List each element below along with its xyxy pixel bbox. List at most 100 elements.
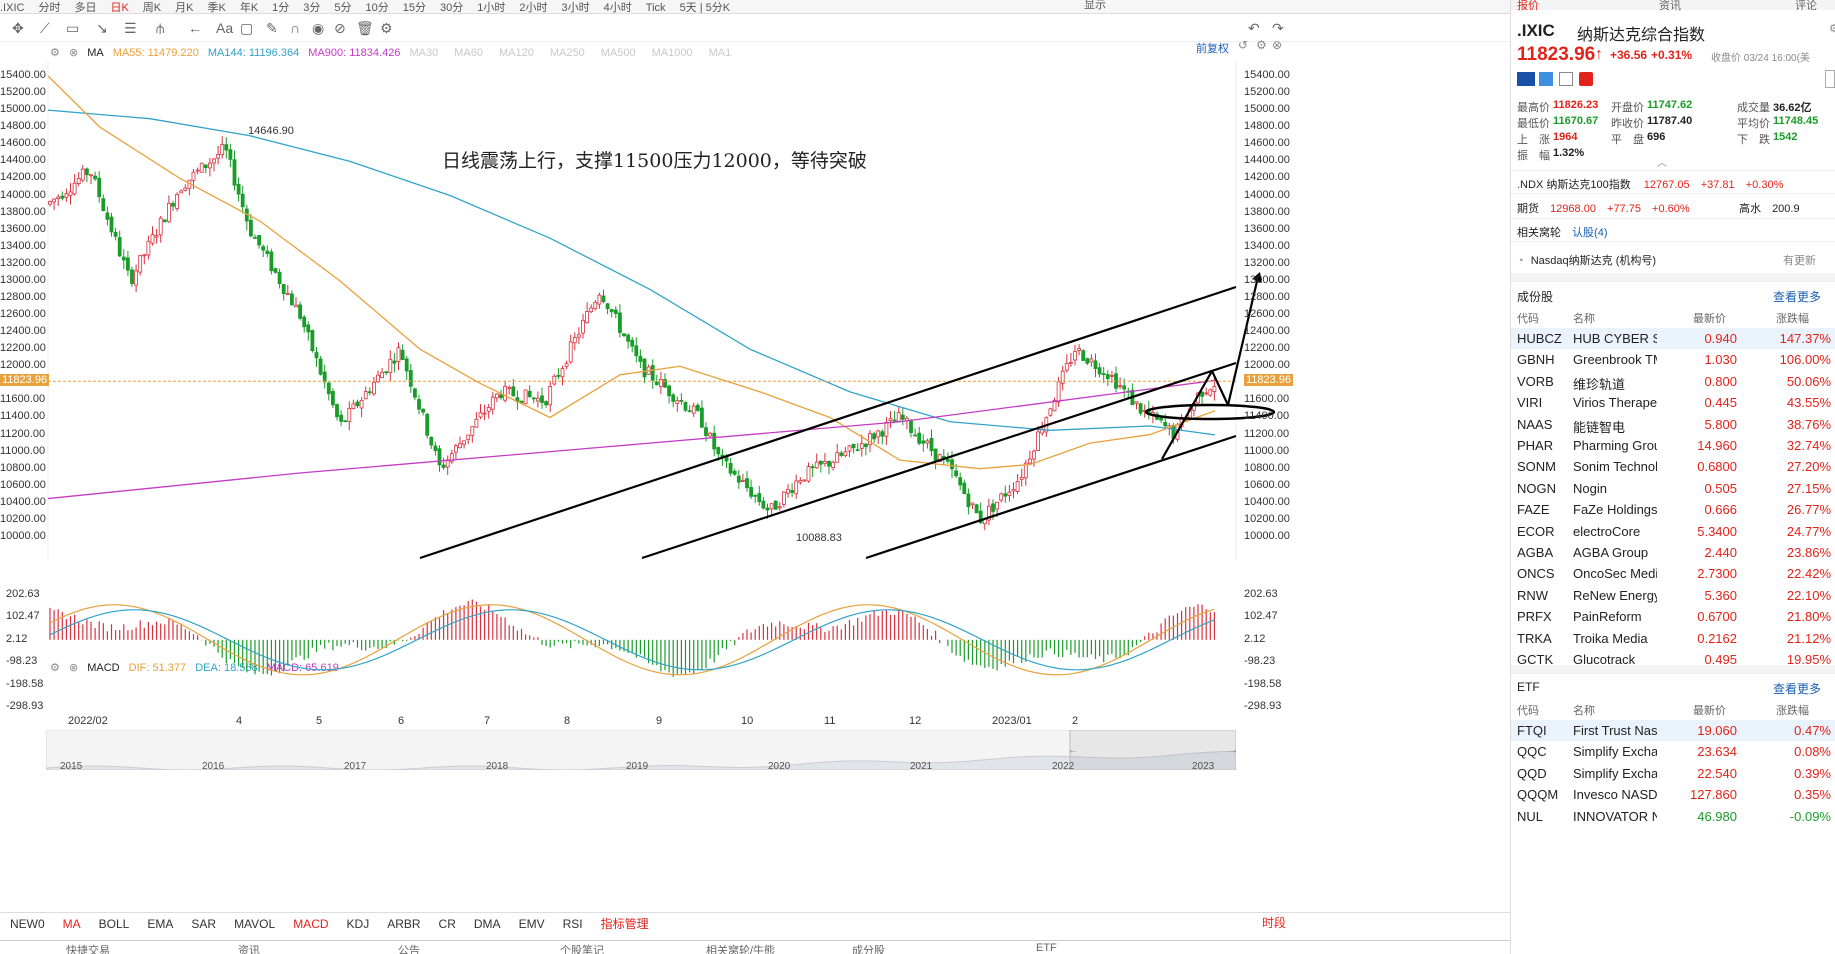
footer-tab[interactable]: ETF — [1036, 942, 1057, 954]
footer-tab[interactable]: 个股笔记 — [560, 942, 604, 954]
crosshair-icon[interactable]: ✥ — [12, 20, 24, 37]
footer-tab[interactable]: 公告 — [398, 942, 420, 954]
footer-tab[interactable]: 相关窝轮/牛熊 — [706, 942, 775, 954]
arrow-tool-icon[interactable]: ← — [188, 20, 202, 36]
table-row[interactable]: FAZE FaZe Holdings 0.666 26.77% — [1511, 499, 1835, 520]
expand-icon[interactable] — [1825, 70, 1835, 88]
period-tab[interactable]: 5天 | 5分K — [680, 3, 731, 14]
period-tab[interactable]: .IXIC — [0, 3, 24, 14]
period-tab[interactable]: 3小时 — [562, 3, 590, 14]
chart-annotation-text[interactable]: 日线震荡上行，支撑11500压力12000，等待突破 — [442, 146, 867, 173]
comment-tool-icon[interactable]: ▢ — [240, 20, 253, 37]
indicator-tab[interactable]: DMA — [474, 913, 501, 935]
table-row[interactable]: AGBA AGBA Group 2.440 23.86% — [1511, 542, 1835, 563]
settings-icon[interactable]: ⚙ — [1829, 22, 1835, 35]
favorite-icon[interactable] — [1579, 72, 1593, 86]
period-tab[interactable]: Tick — [646, 3, 666, 14]
note-icon[interactable] — [1559, 72, 1573, 86]
period-tab[interactable]: 季K — [207, 3, 225, 14]
adjust-mode[interactable]: 前复权 — [1196, 40, 1229, 56]
display-menu[interactable]: 显示 — [1084, 0, 1106, 11]
close-icon[interactable]: ⊗ — [1272, 38, 1282, 52]
rect-tool-icon[interactable]: ▭ — [66, 20, 79, 37]
table-row[interactable]: PHAR Pharming Group 14.960 32.74% — [1511, 435, 1835, 456]
indicator-tab[interactable]: KDJ — [347, 913, 370, 935]
ma-toggle[interactable]: MA1000 — [652, 47, 693, 59]
column-header[interactable]: 最新价 — [1693, 310, 1726, 326]
period-tab[interactable]: 15分 — [403, 3, 426, 14]
period-tab[interactable]: 周K — [143, 3, 161, 14]
nasdaq-account-row[interactable]: ◔ Nasdaq纳斯达克 (机构号) — [1517, 252, 1656, 268]
table-row[interactable]: TRKA Troika Media 0.2162 21.12% — [1511, 628, 1835, 649]
etf-more-link[interactable]: 查看更多 — [1773, 680, 1821, 697]
constituents-more-link[interactable]: 查看更多 — [1773, 288, 1821, 305]
tab-news[interactable]: 资讯 — [1659, 0, 1681, 13]
indicator-tab[interactable]: MAVOL — [234, 913, 275, 935]
period-tab[interactable]: 日K — [110, 3, 128, 14]
table-row[interactable]: QQD Simplify Exchange 22.540 0.39% — [1511, 763, 1835, 784]
ma-label[interactable]: MA — [87, 47, 104, 59]
footer-tab[interactable]: 快捷交易 — [66, 942, 110, 954]
indicator-tab[interactable]: MACD — [293, 913, 328, 935]
indicator-tab[interactable]: EMA — [147, 913, 173, 935]
table-row[interactable]: QQC Simplify Exchange 23.634 0.08% — [1511, 741, 1835, 762]
period-tab[interactable]: 年K — [240, 3, 258, 14]
indicator-tab[interactable]: CR — [439, 913, 456, 935]
brush-tool-icon[interactable]: ✎ — [266, 20, 278, 37]
tab-quote[interactable]: 报价 — [1517, 0, 1539, 13]
footer-tab[interactable]: 成分股 — [852, 942, 885, 954]
indicator-tab[interactable]: EMV — [519, 913, 545, 935]
period-tab[interactable]: 1小时 — [477, 3, 505, 14]
hide-icon[interactable]: ⊘ — [334, 20, 346, 37]
period-tab[interactable]: 4小时 — [604, 3, 632, 14]
table-row[interactable]: QQQM Invesco NASDAQ 127.860 0.35% — [1511, 784, 1835, 805]
table-row[interactable]: PRFX PainReform 0.6700 21.80% — [1511, 606, 1835, 627]
indicator-tab[interactable]: 指标管理 — [601, 913, 649, 935]
period-tab[interactable]: 3分 — [303, 3, 320, 14]
table-row[interactable]: NAAS 能链智电 5.800 38.76% — [1511, 414, 1835, 435]
period-tab[interactable]: 10分 — [366, 3, 389, 14]
session-button[interactable]: 时段 — [1262, 912, 1286, 934]
column-header[interactable]: 名称 — [1573, 702, 1595, 718]
tab-comments[interactable]: 评论 — [1795, 0, 1817, 13]
indicator-tab[interactable]: RSI — [563, 913, 583, 935]
settings-icon[interactable]: ⚙ — [1256, 38, 1267, 52]
period-tab[interactable]: 多日 — [74, 3, 96, 14]
column-header[interactable]: 涨跌幅 — [1776, 310, 1809, 326]
line-tool-icon[interactable]: ⟋ — [40, 20, 50, 37]
table-row[interactable]: VORB 维珍轨道 0.800 50.06% — [1511, 371, 1835, 392]
ma-toggle[interactable]: MA60 — [454, 47, 483, 59]
period-tab[interactable]: 30分 — [440, 3, 463, 14]
ma-toggle[interactable]: MA120 — [499, 47, 534, 59]
table-row[interactable]: ONCS OncoSec Medical 2.7300 22.42% — [1511, 563, 1835, 584]
redo-icon[interactable]: ↷ — [1272, 20, 1284, 37]
ndx-row[interactable]: .NDX 纳斯达克100指数 12767.05 +37.81 +0.30% — [1517, 176, 1783, 192]
settings-icon[interactable]: ⚙ — [50, 47, 60, 59]
table-row[interactable]: FTQI First Trust Nasdaq 19.060 0.47% — [1511, 720, 1835, 741]
column-header[interactable]: 代码 — [1517, 310, 1539, 326]
period-tab[interactable]: 分时 — [38, 3, 60, 14]
undo-icon[interactable]: ↶ — [1248, 20, 1260, 37]
period-tab[interactable]: 5分 — [334, 3, 351, 14]
trash-icon[interactable]: 🗑 — [356, 20, 374, 37]
column-header[interactable]: 涨跌幅 — [1776, 702, 1809, 718]
ma-toggle[interactable]: MA30 — [410, 47, 439, 59]
ma-toggle[interactable]: MA500 — [601, 47, 636, 59]
period-tab[interactable]: 月K — [175, 3, 193, 14]
channel-tool-icon[interactable]: ⫛ — [156, 20, 164, 37]
period-tab[interactable]: 1分 — [272, 3, 289, 14]
indicator-tab[interactable]: MA — [63, 913, 81, 935]
column-header[interactable]: 最新价 — [1693, 702, 1726, 718]
table-row[interactable]: NUL INNOVATOR NAS 46.980 -0.09% — [1511, 806, 1835, 827]
column-header[interactable]: 代码 — [1517, 702, 1539, 718]
table-row[interactable]: ECOR electroCore 5.3400 24.77% — [1511, 521, 1835, 542]
warrants-link[interactable]: 认股(4) — [1572, 227, 1607, 239]
text-tool-icon[interactable]: Aa — [216, 20, 233, 36]
ma-toggle[interactable]: MA250 — [550, 47, 585, 59]
futures-row[interactable]: 期货 12968.00 +77.75 +0.60% — [1517, 200, 1690, 216]
fib-tool-icon[interactable]: ☰ — [124, 20, 137, 37]
close-icon[interactable]: ⊗ — [69, 47, 78, 59]
magnet-icon[interactable]: ∩ — [290, 20, 300, 36]
indicator-tab[interactable]: NEW0 — [10, 913, 45, 935]
table-row[interactable]: GBNH Greenbrook TMS 1.030 106.00% — [1511, 349, 1835, 370]
